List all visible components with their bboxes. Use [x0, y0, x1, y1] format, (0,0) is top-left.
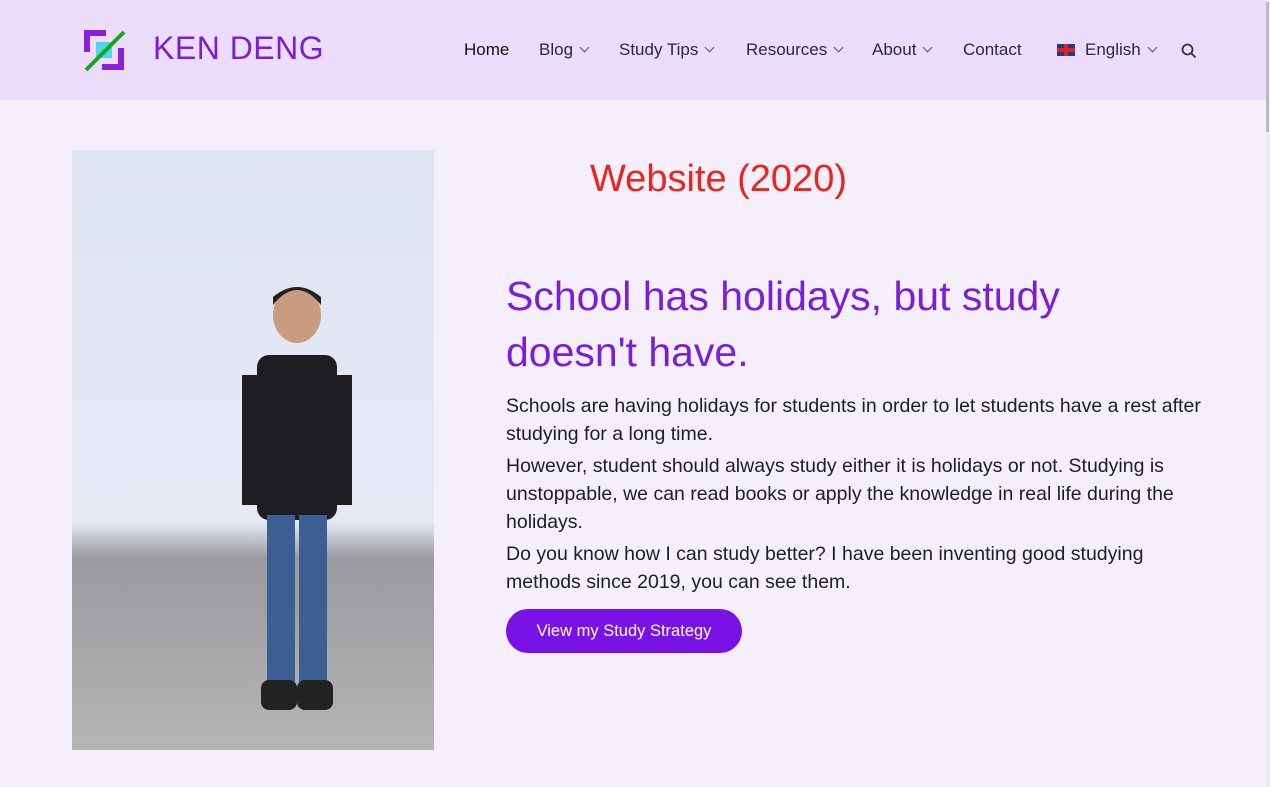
- chevron-down-icon: [1147, 42, 1158, 53]
- chevron-down-icon: [704, 42, 715, 53]
- profile-photo: [72, 150, 434, 750]
- paragraph: However, student should always study eit…: [506, 455, 1174, 533]
- nav-label: Study Tips: [619, 40, 699, 59]
- scrollbar-thumb[interactable]: [1266, 2, 1269, 132]
- website-banner: Website (2020): [590, 158, 847, 200]
- person-figure: [242, 287, 352, 710]
- nav-label: Resources: [746, 40, 828, 59]
- nav-about[interactable]: About: [872, 40, 933, 60]
- view-study-strategy-button[interactable]: View my Study Strategy: [506, 609, 742, 653]
- language-selector[interactable]: English: [1057, 40, 1158, 60]
- hero-text: Schools are having holidays for students…: [506, 392, 1206, 600]
- chevron-down-icon: [833, 42, 844, 53]
- nav-contact[interactable]: Contact: [963, 40, 1022, 60]
- paragraph: Schools are having holidays for students…: [506, 395, 1201, 445]
- nav-home[interactable]: Home: [464, 40, 509, 60]
- site-title[interactable]: KEN DENG: [153, 30, 324, 67]
- chevron-down-icon: [922, 42, 933, 53]
- paragraph: Do you know how I can study better? I ha…: [506, 543, 1144, 593]
- scrollbar[interactable]: [1266, 0, 1270, 787]
- nav-label: Home: [464, 40, 510, 59]
- search-icon[interactable]: [1181, 43, 1197, 59]
- hero-heading: School has holidays, but study doesn't h…: [506, 273, 1060, 375]
- site-header: KEN DENG Home Blog Study Tips Resources …: [0, 0, 1266, 100]
- chevron-down-icon: [579, 42, 590, 53]
- nav-label: About: [872, 40, 917, 59]
- nav-label: Contact: [963, 40, 1022, 59]
- nav-blog[interactable]: Blog: [539, 40, 590, 60]
- nav-label: Blog: [539, 40, 574, 59]
- nav-study-tips[interactable]: Study Tips: [619, 40, 715, 60]
- nav-resources[interactable]: Resources: [746, 40, 844, 60]
- uk-flag-icon: [1057, 44, 1075, 56]
- language-label: English: [1085, 40, 1141, 59]
- site-logo[interactable]: [82, 28, 126, 72]
